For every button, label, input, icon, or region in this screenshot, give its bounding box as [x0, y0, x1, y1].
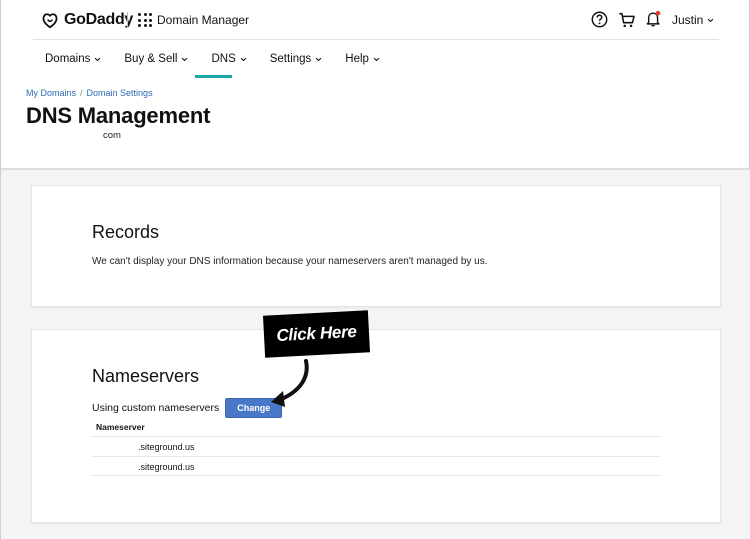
active-tab-indicator	[195, 75, 232, 78]
click-here-callout: Click Here	[262, 310, 371, 358]
domain-name: com	[103, 130, 121, 141]
nav-help[interactable]: Help	[345, 52, 380, 66]
nav-label: Help	[345, 53, 369, 65]
nav-settings[interactable]: Settings	[270, 52, 323, 66]
custom-nameservers-label: Using custom nameservers	[92, 402, 220, 414]
breadcrumb-my-domains[interactable]: My Domains	[26, 88, 76, 98]
chevron-down-icon	[240, 57, 247, 61]
breadcrumb-separator: /	[80, 88, 83, 98]
nameserver-column-header: Nameserver	[96, 422, 145, 432]
nav-domains[interactable]: Domains	[45, 52, 101, 66]
brand-logo[interactable]: GoDaddy	[41, 11, 133, 29]
custom-nameservers-row: Using custom nameservers Change	[92, 398, 283, 418]
nav-dns[interactable]: DNS	[211, 52, 247, 66]
user-menu[interactable]: Justin	[672, 13, 714, 27]
main-nav: Domains Buy & Sell DNS Settings Help	[45, 52, 403, 66]
chevron-down-icon	[315, 57, 322, 61]
chevron-down-icon	[373, 57, 380, 61]
callout-text: Click Here	[275, 321, 357, 346]
nav-label: Settings	[269, 53, 312, 65]
nav-label: DNS	[211, 53, 236, 65]
nameserver-value: .siteground.us	[138, 442, 195, 452]
chevron-down-icon	[708, 18, 714, 22]
top-bar: GoDaddy Domain Manager Justin	[1, 0, 750, 40]
records-title: Records	[92, 222, 160, 242]
breadcrumb: My Domains / Domain Settings	[26, 88, 153, 98]
apps-grid-icon[interactable]	[138, 13, 152, 27]
cart-icon[interactable]	[618, 11, 636, 29]
header-divider	[127, 12, 128, 28]
nameservers-title: Nameservers	[92, 366, 200, 386]
records-message: We can't display your DNS information be…	[92, 256, 488, 267]
nav-label: Domains	[45, 53, 91, 65]
nameservers-card: Nameservers Using custom nameservers Cha…	[31, 329, 721, 523]
chevron-down-icon	[95, 57, 101, 61]
table-row: .siteground.us	[92, 436, 660, 456]
nameserver-value: .siteground.us	[138, 462, 195, 472]
app-name[interactable]: Domain Manager	[157, 13, 249, 27]
arrow-icon	[271, 359, 309, 407]
chevron-down-icon	[182, 57, 188, 61]
breadcrumb-domain-settings[interactable]: Domain Settings	[87, 88, 153, 98]
page: GoDaddy Domain Manager Justin Domains Bu…	[0, 0, 750, 539]
user-name: Justin	[672, 13, 704, 27]
table-row: .siteground.us	[92, 456, 660, 476]
nav-divider	[33, 39, 719, 40]
brand-name: GoDaddy	[64, 11, 134, 28]
bell-icon[interactable]	[646, 10, 662, 28]
records-card: Records We can't display your DNS inform…	[31, 185, 721, 307]
nav-label: Buy & Sell	[124, 53, 178, 65]
help-icon[interactable]	[591, 11, 608, 28]
page-title: DNS Management	[26, 103, 211, 128]
godaddy-logo-icon	[42, 13, 58, 29]
nav-buy-sell[interactable]: Buy & Sell	[124, 52, 188, 66]
